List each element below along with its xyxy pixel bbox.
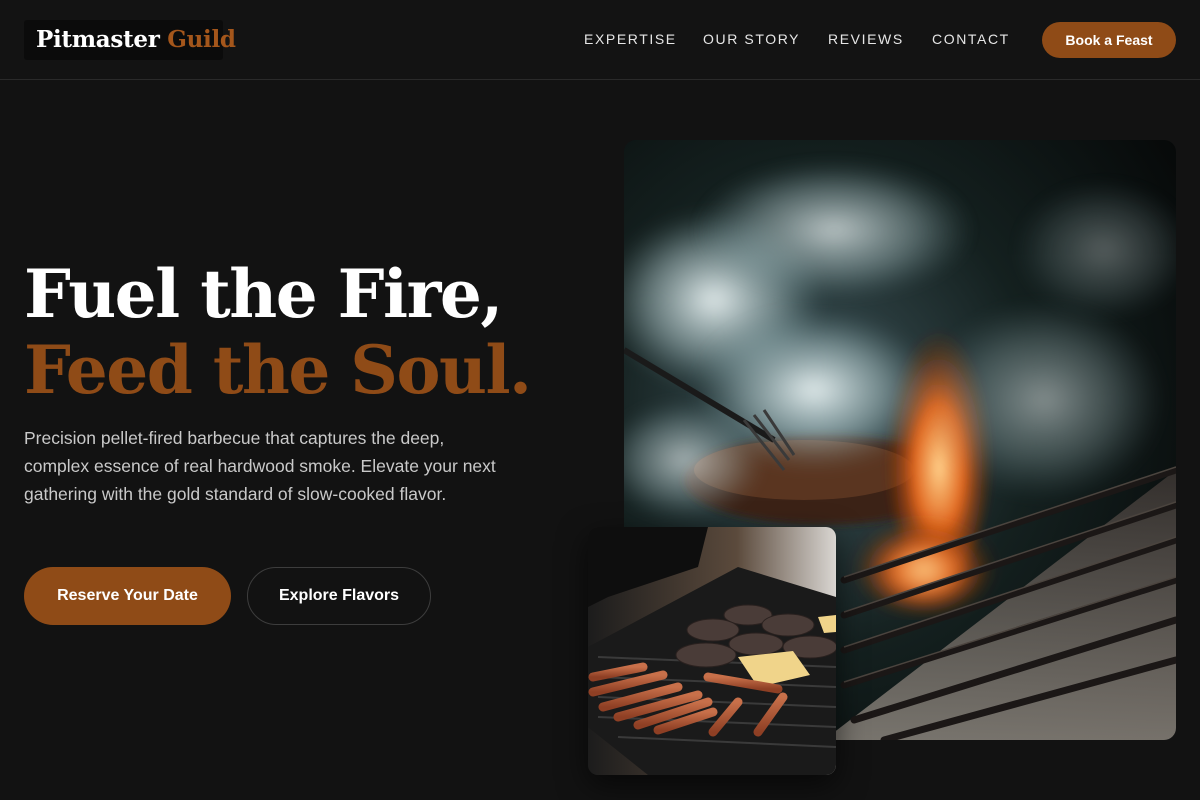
book-a-feast-button[interactable]: Book a Feast bbox=[1042, 22, 1176, 58]
brand-name-part1: Pitmaster bbox=[36, 26, 160, 53]
grill-burgers-hotdogs-photo-icon bbox=[588, 527, 836, 775]
brand-logo[interactable]: Pitmaster Guild bbox=[24, 20, 236, 60]
top-navigation: Pitmaster Guild EXPERTISE OUR STORY REVI… bbox=[0, 0, 1200, 80]
headline-line-2: Feed the Soul. bbox=[24, 331, 532, 409]
burgers-hotdogs-image bbox=[588, 527, 836, 775]
nav-link-expertise[interactable]: EXPERTISE bbox=[584, 31, 677, 47]
headline-line-1: Fuel the Fire, bbox=[24, 255, 503, 333]
nav-link-our-story[interactable]: OUR STORY bbox=[703, 31, 800, 47]
hero-headline: Fuel the Fire, Feed the Soul. bbox=[24, 256, 584, 408]
hero-description: Precision pellet-fired barbecue that cap… bbox=[24, 428, 496, 504]
explore-flavors-button[interactable]: Explore Flavors bbox=[247, 567, 431, 625]
nav-link-contact[interactable]: CONTACT bbox=[932, 31, 1010, 47]
reserve-date-button[interactable]: Reserve Your Date bbox=[24, 567, 231, 625]
brand-name-part2: Guild bbox=[167, 26, 236, 53]
nav-link-reviews[interactable]: REVIEWS bbox=[828, 31, 904, 47]
